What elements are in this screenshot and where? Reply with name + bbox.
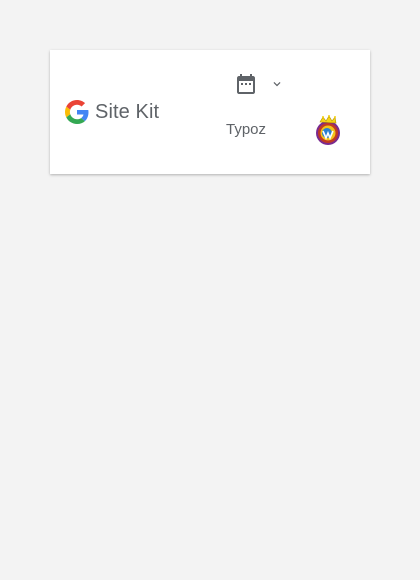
calendar-icon — [234, 72, 258, 96]
google-g-icon — [65, 100, 89, 124]
chevron-down-icon — [258, 77, 284, 91]
header-bar: Site Kit Typoz — [50, 50, 370, 174]
site-kit-logo-text: Site Kit — [95, 101, 160, 123]
page: Site Kit Typoz — [0, 0, 420, 580]
user-name: Typoz — [226, 121, 267, 138]
user-avatar[interactable] — [312, 114, 344, 146]
site-kit-logo[interactable]: Site Kit — [65, 98, 159, 126]
date-range-selector[interactable] — [234, 72, 284, 96]
